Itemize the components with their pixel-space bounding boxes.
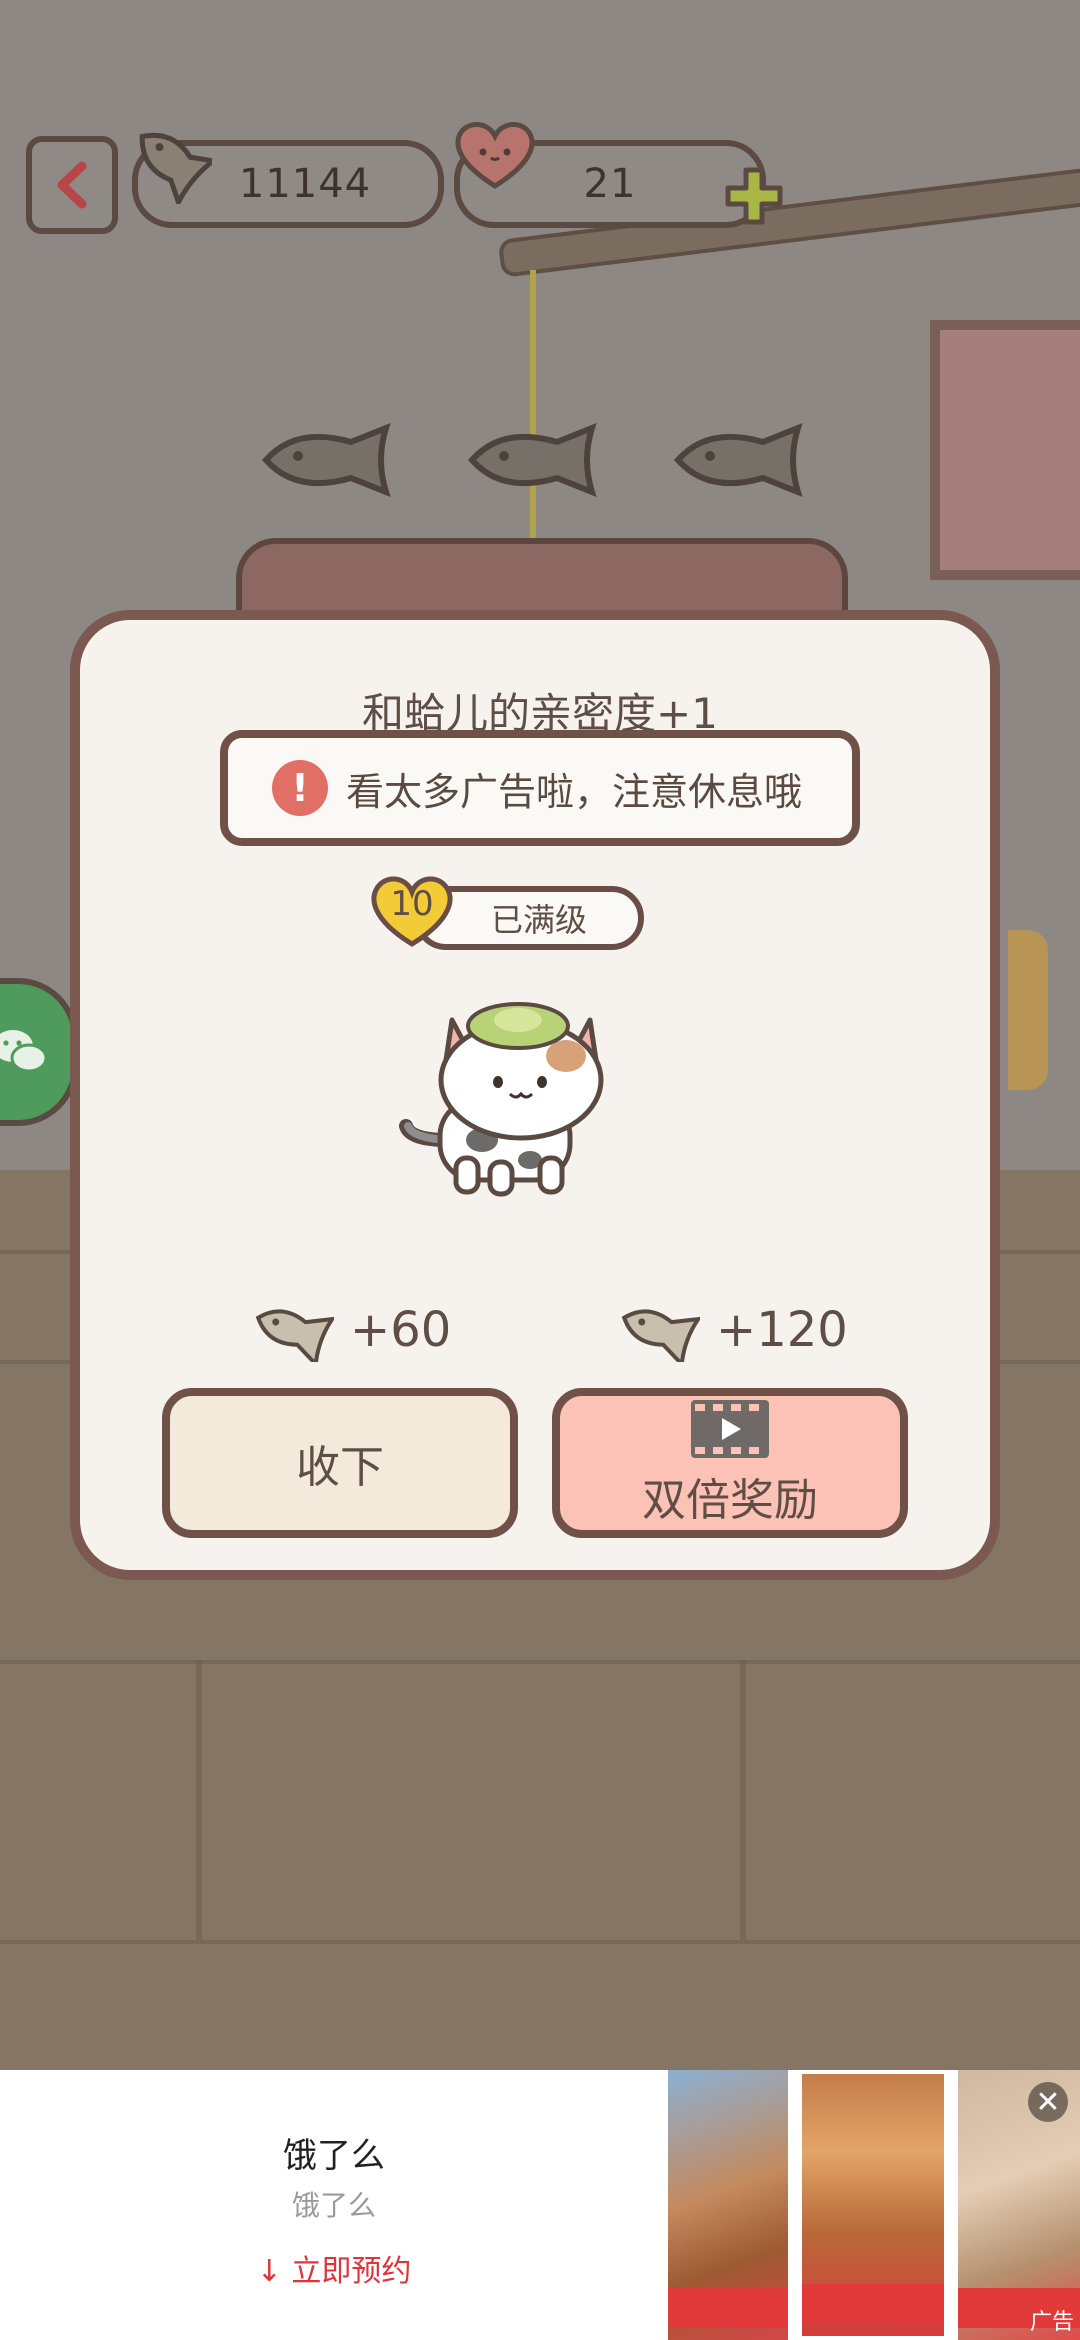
accept-button-label: 收下 — [296, 1442, 384, 1493]
cat-character — [399, 1002, 604, 1197]
double-reward-button-label: 双倍奖励 — [642, 1475, 818, 1526]
heart-icon — [455, 122, 535, 189]
double-reward-amount: +120 — [716, 1302, 848, 1358]
ad-warning-box: ! 看太多广告啦，注意休息哦 — [220, 730, 860, 846]
intimacy-level-number: 10 — [390, 884, 434, 924]
download-arrow-icon: ↓ — [256, 2254, 282, 2289]
ad-title[interactable]: 饿了么 — [0, 2128, 668, 2177]
wainscot-line — [0, 1940, 1080, 1944]
wall-picture-frame — [930, 320, 1080, 580]
plus-icon[interactable] — [722, 164, 786, 228]
fish-icon — [255, 1309, 334, 1362]
ad-reserve-label: 立即预约 — [291, 2254, 412, 2289]
fish-icon — [467, 422, 597, 498]
ad-food-image[interactable] — [798, 2070, 948, 2340]
double-reward: +120 — [616, 1290, 848, 1370]
back-button[interactable] — [26, 136, 118, 234]
fish-count: 11144 — [238, 161, 372, 207]
wainscot-post — [740, 1660, 746, 1940]
ad-subtitle: 饿了么 — [291, 2189, 376, 2222]
double-reward-button[interactable]: 双倍奖励 — [552, 1388, 908, 1538]
fish-icon — [139, 132, 212, 204]
fish-icon — [261, 422, 391, 498]
ad-food-image[interactable] — [668, 2070, 788, 2340]
ad-reserve-link[interactable]: ↓ 立即预约 — [0, 2246, 668, 2290]
wechat-icon — [0, 1030, 48, 1073]
video-play-icon — [691, 1400, 769, 1458]
warning-icon: ! — [272, 760, 328, 816]
normal-reward: +60 — [250, 1290, 451, 1370]
chevron-left-icon — [57, 161, 87, 209]
wainscot-post — [196, 1660, 202, 1940]
wainscot-line — [0, 1660, 1080, 1664]
normal-reward-amount: +60 — [350, 1302, 452, 1358]
accept-button[interactable]: 收下 — [162, 1388, 518, 1538]
side-decoration — [1008, 930, 1048, 1090]
fish-icon — [621, 1309, 700, 1362]
ad-close-button[interactable]: ✕ — [1028, 2082, 1068, 2122]
level-status-text: 已满级 — [490, 901, 587, 939]
ad-label: 广告 — [1030, 2310, 1075, 2335]
warning-text: 看太多广告啦，注意休息哦 — [346, 769, 803, 814]
heart-count: 21 — [583, 161, 637, 207]
fish-icon — [673, 422, 803, 498]
